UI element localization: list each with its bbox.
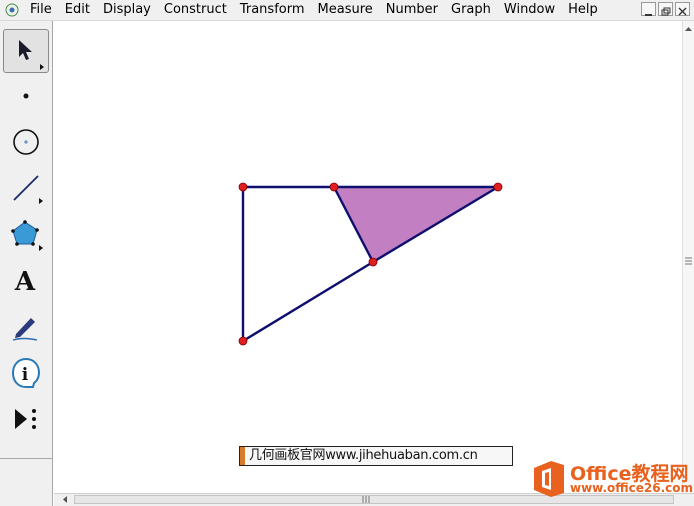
straightedge-tool[interactable] (3, 166, 49, 210)
custom-tool[interactable] (3, 397, 49, 441)
marker-tool[interactable] (3, 304, 49, 348)
svg-text:A: A (14, 267, 36, 297)
geometry-sketch[interactable] (54, 21, 694, 493)
point-tool[interactable] (3, 74, 49, 118)
point-icon (23, 93, 29, 99)
minimize-icon (645, 14, 652, 16)
circle-icon (13, 129, 39, 155)
polygon-tool[interactable] (3, 213, 49, 257)
sketch-canvas[interactable] (54, 21, 694, 493)
arrow-select-tool[interactable] (3, 29, 49, 73)
watermark-caption: 几何画板官网www.jihehuaban.com.cn (239, 446, 513, 466)
information-tool[interactable]: i (3, 351, 49, 395)
close-button[interactable] (675, 2, 690, 16)
menu-display[interactable]: Display (97, 0, 158, 20)
toolbox: A i (0, 21, 53, 506)
point-top-left[interactable] (238, 182, 248, 192)
letter-a-icon: A (14, 267, 36, 297)
point-top-right[interactable] (493, 182, 503, 192)
menu-help[interactable]: Help (562, 0, 605, 20)
vertical-scrollbar[interactable] (682, 21, 694, 493)
toolbox-divider (0, 458, 53, 459)
pentagon-icon (11, 220, 43, 251)
play-more-icon (15, 409, 36, 429)
scroll-left-icon[interactable] (60, 494, 70, 505)
menu: File Edit Display Construct Transform Me… (24, 0, 605, 20)
point-top-middle[interactable] (329, 182, 339, 192)
menu-measure[interactable]: Measure (312, 0, 380, 20)
caption-accent-bar (240, 447, 245, 465)
minimize-button[interactable] (641, 2, 656, 16)
menu-graph[interactable]: Graph (445, 0, 498, 20)
watermark-text: 几何画板官网www.jihehuaban.com.cn (249, 448, 478, 463)
menu-transform[interactable]: Transform (234, 0, 312, 20)
restore-button[interactable] (658, 2, 673, 16)
menu-file[interactable]: File (24, 0, 59, 20)
office-logo: Office教程网 www.office26.com (528, 457, 694, 501)
close-icon (678, 7, 687, 16)
menu-construct[interactable]: Construct (158, 0, 234, 20)
shaded-triangle-interior[interactable] (334, 187, 498, 262)
menu-edit[interactable]: Edit (59, 0, 97, 20)
text-tool[interactable]: A (3, 259, 49, 303)
pen-icon (12, 318, 38, 341)
scroll-up-icon[interactable] (683, 24, 694, 34)
restore-icon (661, 7, 671, 16)
compass-tool[interactable] (3, 120, 49, 164)
svg-text:i: i (22, 365, 29, 385)
point-hypotenuse-middle[interactable] (368, 257, 378, 267)
office-url: www.office26.com (570, 481, 694, 495)
menu-bar: File Edit Display Construct Transform Me… (0, 0, 694, 21)
office-logo-icon (534, 461, 564, 497)
scroll-grip-icon[interactable] (683, 256, 694, 266)
app-icon[interactable] (5, 3, 19, 17)
point-bottom-left[interactable] (238, 336, 248, 346)
scroll-grip-icon[interactable] (361, 494, 371, 505)
arrow-pointer-icon (19, 40, 44, 70)
segment-lower-hypotenuse[interactable] (242, 260, 374, 343)
segment-icon (13, 175, 43, 204)
info-icon: i (11, 357, 41, 388)
menu-number[interactable]: Number (380, 0, 445, 20)
menu-window[interactable]: Window (498, 0, 562, 20)
